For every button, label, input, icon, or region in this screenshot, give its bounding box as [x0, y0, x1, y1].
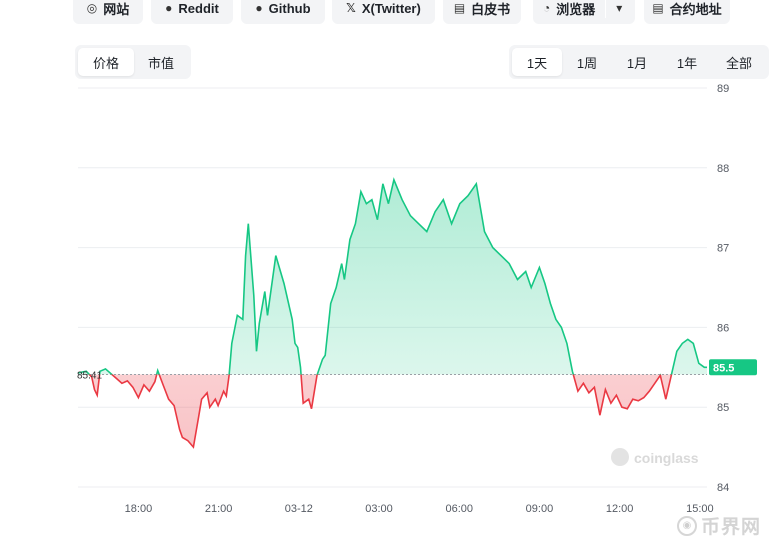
baseline-label: 85.41 [77, 370, 102, 381]
watermark-text: coinglass [634, 450, 699, 466]
link-label: 白皮书 [471, 1, 511, 17]
chevron-down-icon[interactable]: ▾ [616, 1, 622, 15]
last-price-badge [709, 359, 757, 376]
link-reddit[interactable]: ● Reddit [151, 0, 233, 24]
x-icon: 𝕏 [346, 1, 356, 15]
link-label: 浏览器 [556, 1, 596, 17]
tab-all[interactable]: 全部 [712, 48, 766, 76]
y-tick-label: 84 [717, 482, 729, 494]
series-line-down [88, 374, 673, 449]
price-line [77, 177, 707, 449]
link-explorer[interactable]: ◔ 浏览器 ▾ [533, 0, 635, 24]
link-label: X(Twitter) [361, 0, 421, 16]
divider [605, 0, 607, 18]
x-tick-label: 09:00 [526, 503, 554, 515]
y-tick-label: 86 [717, 322, 729, 334]
site-logo-text: 币界网 [700, 517, 761, 538]
y-tick-label: 88 [717, 163, 729, 175]
x-tick-label: 03:00 [365, 503, 393, 515]
site-logo: ◉ 币界网 [676, 512, 761, 539]
y-tick-label: 87 [717, 243, 729, 255]
link-label: 合约地址 [669, 1, 722, 17]
tab-1w[interactable]: 1周 [562, 48, 612, 76]
coinglass-watermark: coinglass [611, 448, 699, 466]
tab-price[interactable]: 价格 [78, 48, 134, 76]
area-below-baseline [78, 374, 707, 448]
y-tick-label: 85 [717, 402, 729, 414]
link-twitter[interactable]: 𝕏 X(Twitter) [332, 0, 435, 24]
link-label: 网站 [103, 1, 130, 17]
link-website[interactable]: ◎ 网站 [73, 0, 143, 24]
price-chart[interactable]: coinglass 18:00 21:00 03-12 03:00 06:00 09:00… [0, 0, 769, 547]
github-icon: ● [255, 1, 263, 15]
grid-lines [78, 87, 707, 488]
link-label: Reddit [178, 0, 219, 16]
link-github[interactable]: ● Github [241, 0, 325, 24]
globe-icon: ◎ [86, 1, 98, 15]
x-axis: 18:00 21:00 03-12 03:00 06:00 09:00 12:00 15:00 [125, 503, 714, 515]
logo-icon: ◉ [676, 515, 697, 536]
tab-1y[interactable]: 1年 [662, 48, 712, 76]
tab-1d[interactable]: 1天 [512, 48, 562, 76]
price-area [78, 179, 707, 448]
metric-toggle: 价格 市值 [75, 45, 191, 79]
contract-icon: ▤ [652, 1, 664, 15]
link-contract[interactable]: ▤ 合约地址 [644, 0, 730, 24]
x-tick-label: 21:00 [205, 503, 233, 515]
x-tick-label: 03-12 [285, 503, 313, 515]
reddit-icon: ● [165, 1, 173, 15]
x-tick-label: 18:00 [125, 503, 153, 515]
y-axis: 84 85 86 87 88 89 [717, 83, 729, 494]
x-tick-label: 06:00 [445, 503, 473, 515]
tab-1m[interactable]: 1月 [612, 48, 662, 76]
link-whitepaper[interactable]: ▤ 白皮书 [443, 0, 521, 24]
x-tick-label: 12:00 [606, 503, 634, 515]
series-line-up [77, 177, 707, 375]
link-label: Github [268, 0, 311, 16]
y-tick-label: 89 [717, 83, 729, 95]
last-price-label: 85.5 [713, 362, 734, 374]
price-badges: 85.41 85.5 [77, 359, 757, 381]
document-icon: ▤ [453, 1, 466, 15]
area-above-baseline [78, 179, 707, 375]
tab-market-cap[interactable]: 市值 [134, 48, 188, 76]
explorer-icon: ◔ [543, 1, 551, 15]
range-toggle: 1天 1周 1月 1年 全部 [509, 45, 769, 79]
